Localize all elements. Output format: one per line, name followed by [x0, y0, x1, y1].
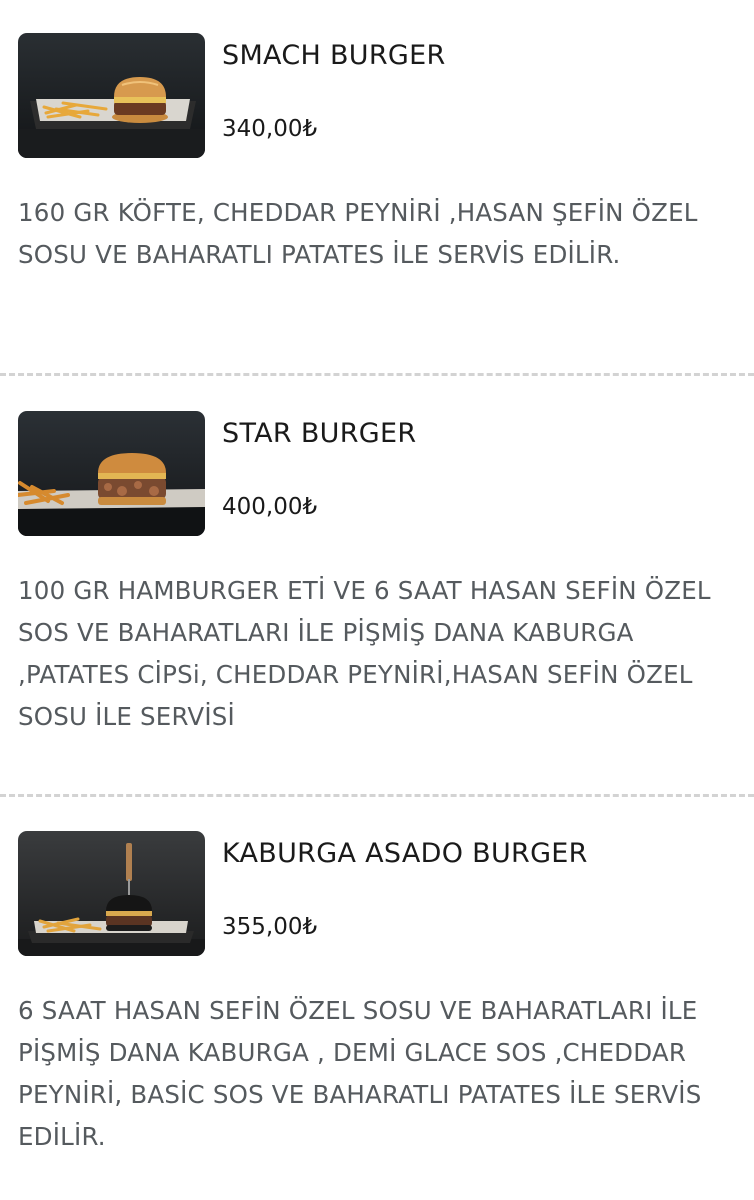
burger-photo-image — [18, 411, 205, 536]
item-name: STAR BURGER — [222, 418, 417, 449]
dashed-divider — [0, 373, 754, 376]
dashed-divider — [0, 794, 754, 797]
burger-photo[interactable] — [18, 411, 205, 536]
item-description: 100 GR HAMBURGER ETİ VE 6 SAAT HASAN SEF… — [18, 576, 711, 731]
item-name: SMACH BURGER — [222, 40, 446, 71]
item-price: 340,00₺ — [222, 116, 318, 142]
item-description: 160 GR KÖFTE, CHEDDAR PEYNİRİ ,HASAN ŞEF… — [18, 198, 698, 269]
burger-photo[interactable] — [18, 831, 205, 956]
burger-photo[interactable] — [18, 33, 205, 158]
burger-photo-image — [18, 33, 205, 158]
item-price: 355,00₺ — [222, 914, 318, 940]
burger-photo-image — [18, 831, 205, 956]
item-name: KABURGA ASADO BURGER — [222, 838, 588, 869]
item-description: 6 SAAT HASAN SEFİN ÖZEL SOSU VE BAHARATL… — [18, 996, 702, 1151]
item-price: 400,00₺ — [222, 494, 318, 520]
